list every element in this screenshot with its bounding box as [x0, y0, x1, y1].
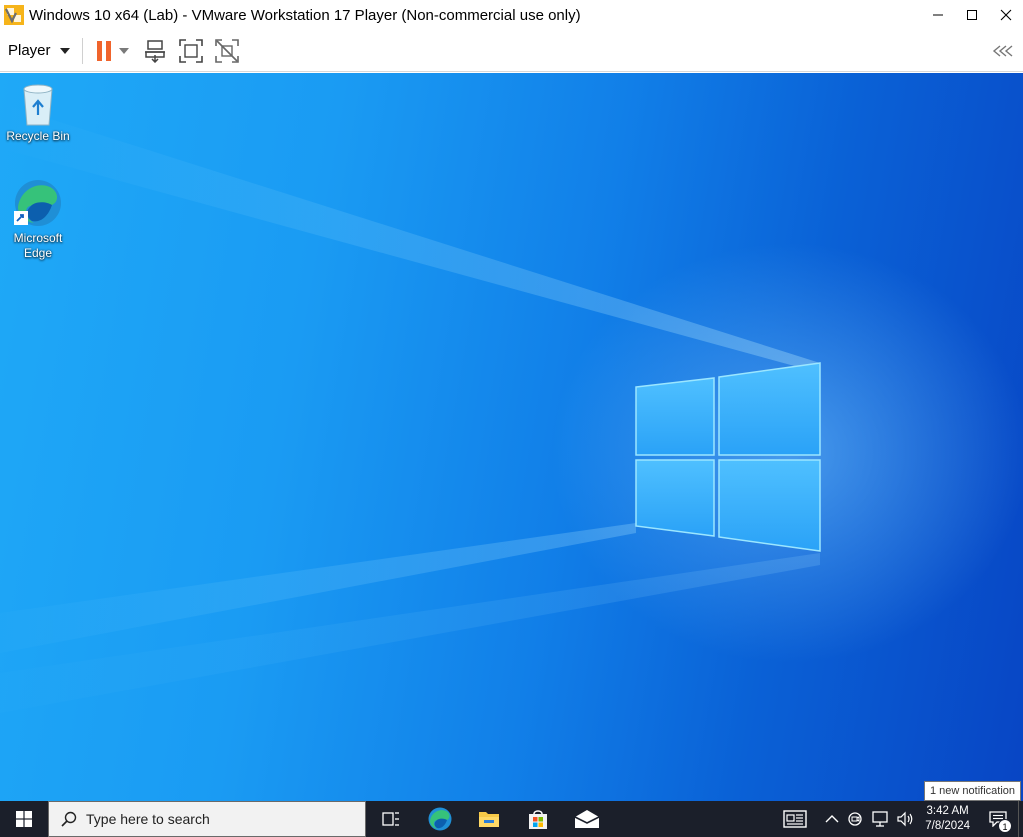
task-view-icon	[381, 812, 399, 826]
send-ctrl-alt-del-button[interactable]	[143, 36, 167, 66]
notification-tooltip: 1 new notification	[924, 781, 1021, 801]
taskbar-clock[interactable]: 3:42 AM 7/8/2024	[919, 801, 978, 837]
edge-icon	[428, 807, 451, 831]
desktop-icon-microsoft-edge[interactable]: Microsoft Edge	[0, 177, 76, 261]
guest-desktop[interactable]: Recycle Bin Microsoft Edge 1 new notific…	[0, 73, 1023, 801]
taskbar-search-box[interactable]: Type here to search	[48, 801, 366, 837]
player-menu[interactable]: Player	[0, 36, 78, 66]
collapse-toolbar-button[interactable]	[991, 39, 1015, 63]
pause-button[interactable]	[95, 36, 115, 66]
chevron-down-icon	[59, 47, 70, 54]
collapse-toolbar-icon	[992, 45, 1013, 57]
minimize-button[interactable]	[921, 0, 955, 30]
meet-now-icon	[848, 812, 862, 826]
taskbar-app-mail[interactable]	[562, 801, 611, 837]
action-center-button[interactable]: 1	[978, 801, 1018, 837]
volume-button[interactable]	[893, 801, 919, 837]
show-hidden-icons-button[interactable]	[821, 801, 843, 837]
taskbar-app-edge[interactable]	[415, 801, 464, 837]
toolbar-divider	[81, 37, 83, 64]
minimize-icon	[933, 14, 943, 16]
desktop-icon-label: Microsoft Edge	[13, 231, 63, 260]
clock-time: 3:42 AM	[926, 805, 969, 817]
window-controls	[921, 0, 1023, 30]
windows-start-icon	[16, 811, 32, 827]
vmware-player-icon[interactable]	[3, 4, 25, 26]
player-menu-label: Player	[8, 42, 51, 59]
show-desktop-button[interactable]	[1018, 801, 1023, 837]
pause-icon	[96, 40, 111, 61]
network-icon	[872, 811, 888, 827]
edge-icon	[14, 180, 61, 226]
taskbar-app-store[interactable]	[513, 801, 562, 837]
network-button[interactable]	[867, 801, 893, 837]
mail-icon	[574, 810, 599, 828]
unity-icon	[214, 38, 239, 63]
title-bar: Windows 10 x64 (Lab) - VMware Workstatio…	[0, 0, 1023, 30]
volume-icon	[897, 811, 913, 827]
desktop-icon-label: Recycle Bin	[6, 129, 70, 143]
start-button[interactable]	[0, 801, 48, 837]
desktop-icon-recycle-bin[interactable]: Recycle Bin	[0, 81, 76, 144]
system-tray: 3:42 AM 7/8/2024 1	[775, 801, 1023, 837]
send-ctrl-alt-del-icon	[144, 39, 165, 63]
search-icon	[61, 811, 77, 827]
clock-date: 7/8/2024	[925, 820, 970, 832]
close-icon	[1000, 9, 1012, 21]
windows-wallpaper-logo	[635, 362, 821, 552]
chevron-up-icon	[825, 815, 839, 823]
close-button[interactable]	[989, 0, 1023, 30]
maximize-button[interactable]	[955, 0, 989, 30]
news-and-interests-button[interactable]	[775, 801, 821, 837]
full-screen-icon	[178, 38, 203, 63]
player-toolbar: Player	[0, 30, 1023, 72]
news-icon	[783, 810, 807, 828]
taskbar: Type here to search 3:42 AM 7/8/2024 1	[0, 801, 1023, 837]
power-options-dropdown[interactable]	[118, 36, 129, 66]
recycle-bin-icon	[23, 84, 53, 126]
full-screen-button[interactable]	[178, 36, 203, 66]
unity-button[interactable]	[214, 36, 239, 66]
dropdown-caret-icon	[118, 47, 129, 54]
meet-now-button[interactable]	[843, 801, 867, 837]
taskbar-app-file-explorer[interactable]	[464, 801, 513, 837]
maximize-icon	[967, 10, 977, 20]
task-view-button[interactable]	[366, 801, 415, 837]
search-placeholder: Type here to search	[86, 811, 210, 827]
store-icon	[528, 810, 547, 829]
file-explorer-icon	[478, 812, 499, 827]
notification-count-badge: 1	[998, 819, 1012, 833]
window-title: Windows 10 x64 (Lab) - VMware Workstatio…	[29, 6, 581, 24]
